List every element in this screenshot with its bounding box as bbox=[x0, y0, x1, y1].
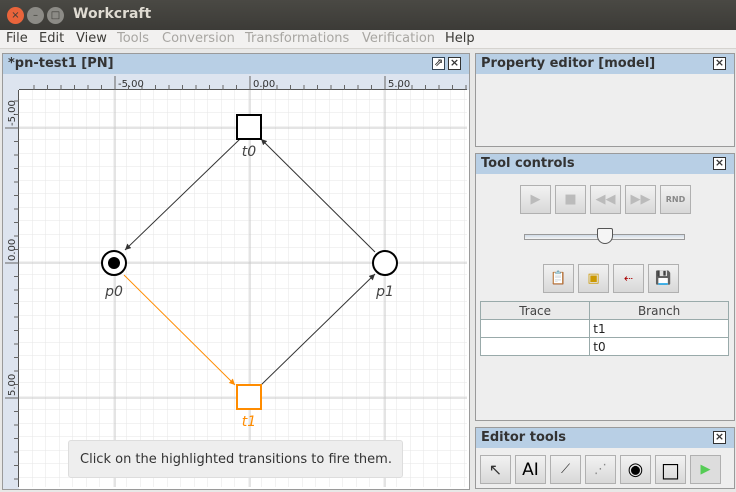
slider-thumb[interactable] bbox=[596, 228, 613, 244]
label-p0: p0 bbox=[104, 284, 123, 300]
copy-trace-button[interactable]: 📋 bbox=[543, 264, 574, 293]
trace-cell[interactable] bbox=[479, 319, 591, 338]
tool-controls-title: Tool controls bbox=[481, 156, 575, 171]
transition-t1[interactable] bbox=[236, 384, 262, 410]
forward-icon: ▶▶ bbox=[630, 192, 651, 207]
maximize-icon[interactable]: ⇗ bbox=[432, 57, 445, 70]
menu-file[interactable]: File bbox=[6, 31, 28, 46]
window-title: Workcraft bbox=[73, 6, 152, 22]
close-icon[interactable]: × bbox=[448, 57, 461, 70]
rnd-icon: RND bbox=[665, 195, 686, 204]
text-icon: AI bbox=[522, 459, 539, 480]
minimize-window-button[interactable]: – bbox=[27, 7, 44, 24]
trace-table[interactable]: Trace Branch t1 t0 bbox=[479, 301, 729, 356]
menu-help[interactable]: Help bbox=[445, 31, 475, 46]
menu-tools[interactable]: Tools bbox=[117, 31, 149, 46]
table-row: t1 bbox=[479, 319, 729, 338]
cursor-icon: ↖ bbox=[488, 460, 503, 479]
ruler-y-label: 5.00 bbox=[7, 374, 18, 396]
tool-controls-panel: Tool controls × ▶ ■ ◀◀ ▶▶ RND 📋 ▣ ⇠ 💾 Tra… bbox=[475, 153, 735, 421]
hint-message: Click on the highlighted transitions to … bbox=[68, 440, 403, 478]
merge-trace-button[interactable]: ⇠ bbox=[613, 264, 644, 293]
rewind-icon: ◀◀ bbox=[595, 192, 616, 207]
menu-edit[interactable]: Edit bbox=[39, 31, 64, 46]
close-icon[interactable]: × bbox=[713, 157, 726, 170]
save-trace-button[interactable]: 💾 bbox=[648, 264, 679, 293]
editor-panel-header: *pn-test1 [PN] ⇗ × bbox=[3, 54, 469, 74]
play-button[interactable]: ▶ bbox=[520, 185, 551, 214]
ruler-x-label: 5.00 bbox=[388, 79, 410, 90]
editor-tools-panel: Editor tools × ↖ AI ⟋ ⋰ ◉ □ ▶ bbox=[475, 427, 735, 489]
step-forward-button[interactable]: ▶▶ bbox=[625, 185, 656, 214]
branch-cell[interactable]: t1 bbox=[589, 319, 729, 338]
simulation-tool-button[interactable]: ▶ bbox=[690, 455, 721, 484]
place-icon: ◉ bbox=[627, 459, 644, 480]
transition-t0[interactable] bbox=[236, 114, 262, 140]
editor-panel: *pn-test1 [PN] ⇗ × -5.00 0.00 5.00 -5.00… bbox=[2, 53, 470, 490]
label-t1: t1 bbox=[242, 414, 256, 430]
merge-icon: ⇠ bbox=[623, 272, 634, 285]
random-step-button[interactable]: RND bbox=[660, 185, 691, 214]
column-header-trace[interactable]: Trace bbox=[479, 301, 591, 320]
label-p1: p1 bbox=[375, 284, 394, 300]
menu-conversion[interactable]: Conversion bbox=[162, 31, 235, 46]
editor-title: *pn-test1 [PN] bbox=[8, 56, 114, 71]
menu-bar: File Edit View Tools Conversion Transfor… bbox=[0, 30, 736, 49]
connect-tool-button[interactable]: ⟋ bbox=[550, 455, 581, 484]
dotted-connect-icon: ⋰ bbox=[594, 462, 607, 477]
place-p1[interactable] bbox=[372, 250, 398, 276]
column-header-branch[interactable]: Branch bbox=[589, 301, 729, 320]
label-t0: t0 bbox=[242, 144, 256, 160]
maximize-window-button[interactable]: □ bbox=[47, 7, 64, 24]
property-editor-title: Property editor [model] bbox=[481, 56, 656, 71]
read-arc-tool-button[interactable]: ⋰ bbox=[585, 455, 616, 484]
property-editor-panel: Property editor [model] × bbox=[475, 53, 735, 147]
ruler-x-label: -5.00 bbox=[118, 79, 144, 90]
ruler-x-label: 0.00 bbox=[253, 79, 275, 90]
connect-icon: ⟋ bbox=[560, 462, 571, 477]
stop-button[interactable]: ■ bbox=[555, 185, 586, 214]
trace-cell[interactable] bbox=[479, 337, 591, 356]
menu-view[interactable]: View bbox=[76, 31, 107, 46]
paste-icon: ▣ bbox=[587, 271, 600, 286]
title-bar: × – □ Workcraft bbox=[0, 0, 736, 30]
close-icon[interactable]: × bbox=[713, 431, 726, 444]
transition-tool-button[interactable]: □ bbox=[655, 455, 686, 484]
close-window-button[interactable]: × bbox=[7, 7, 24, 24]
copy-icon: 📋 bbox=[550, 271, 567, 286]
ruler-vertical bbox=[3, 74, 19, 489]
play-icon: ▶ bbox=[700, 462, 711, 477]
table-row: t0 bbox=[479, 337, 729, 356]
play-icon: ▶ bbox=[530, 192, 541, 207]
canvas[interactable]: -5.00 0.00 5.00 -5.00 0.00 5.00 t0 t1 p0… bbox=[3, 74, 469, 489]
place-tool-button[interactable]: ◉ bbox=[620, 455, 651, 484]
paste-trace-button[interactable]: ▣ bbox=[578, 264, 609, 293]
save-icon: 💾 bbox=[655, 271, 672, 286]
menu-verification[interactable]: Verification bbox=[362, 31, 435, 46]
step-back-button[interactable]: ◀◀ bbox=[590, 185, 621, 214]
editor-tools-title: Editor tools bbox=[481, 430, 566, 445]
close-icon[interactable]: × bbox=[713, 57, 726, 70]
menu-transformations[interactable]: Transformations bbox=[245, 31, 349, 46]
select-tool-button[interactable]: ↖ bbox=[480, 455, 511, 484]
token-icon bbox=[108, 257, 120, 269]
transition-icon: □ bbox=[661, 457, 680, 482]
text-tool-button[interactable]: AI bbox=[515, 455, 546, 484]
stop-icon: ■ bbox=[564, 192, 577, 207]
branch-cell[interactable]: t0 bbox=[589, 337, 729, 356]
ruler-y-label: 0.00 bbox=[7, 239, 18, 261]
ruler-y-label: -5.00 bbox=[7, 100, 18, 126]
